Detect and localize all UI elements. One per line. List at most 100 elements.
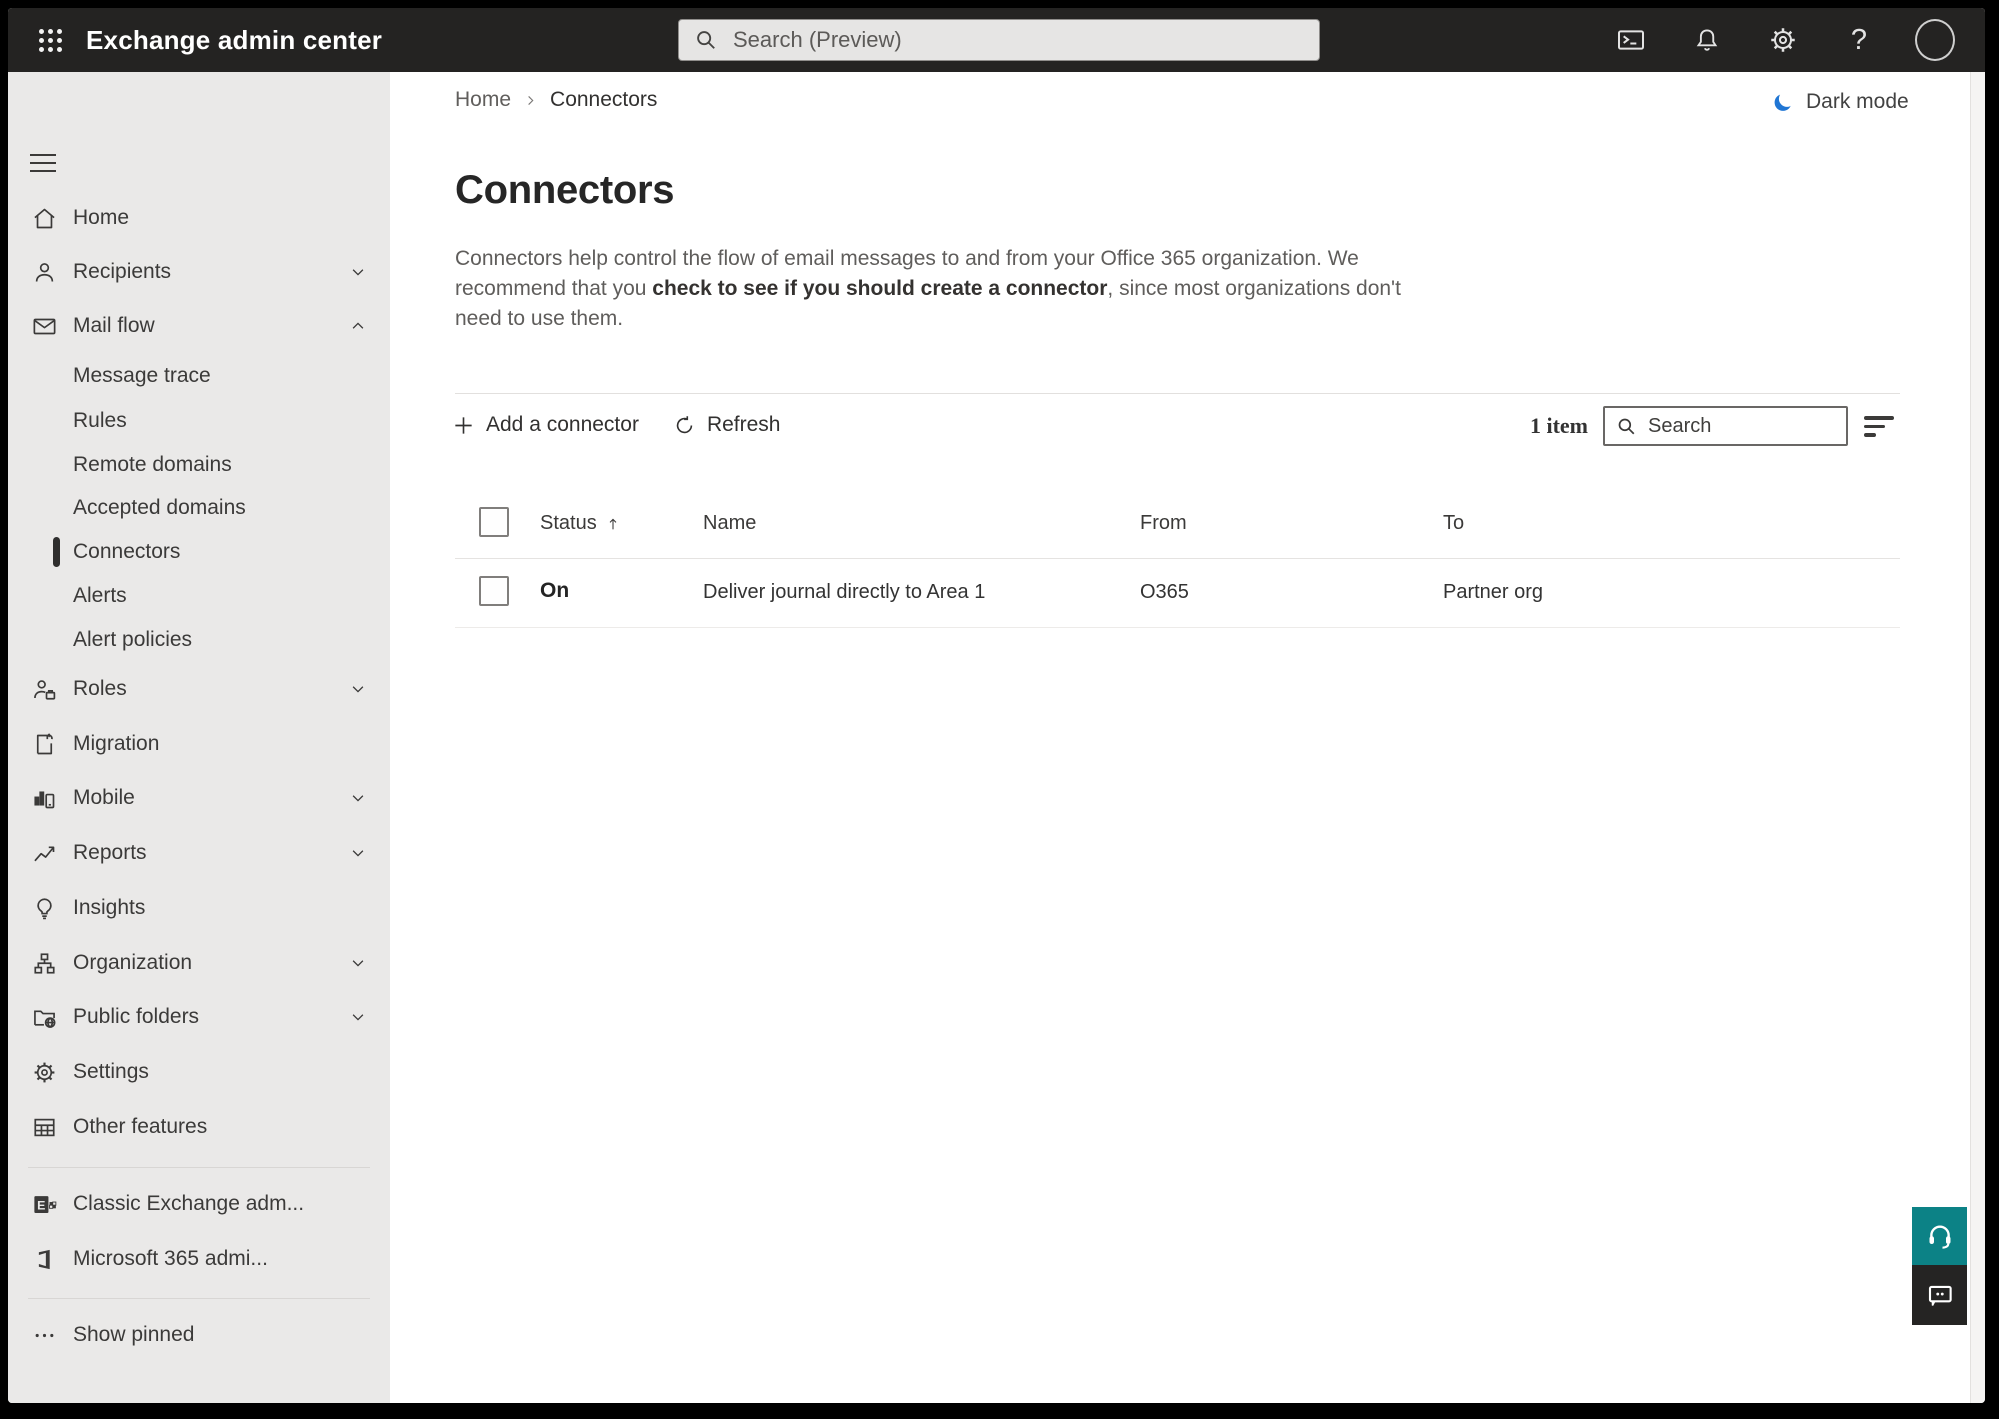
sidebar-item-alert-policies[interactable]: Alert policies	[8, 618, 390, 662]
sidebar-item-rules[interactable]: Rules	[8, 399, 390, 443]
add-connector-button[interactable]: Add a connector	[452, 408, 639, 442]
filter-icon[interactable]	[1864, 416, 1898, 440]
top-bar: Exchange admin center Search (Preview) ?	[8, 8, 1985, 72]
ellipsis-icon	[30, 1321, 58, 1349]
sidebar-item-recipients[interactable]: Recipients	[8, 250, 390, 294]
description-line: Connectors help control the flow of emai…	[455, 247, 1359, 270]
sidebar-item-label: Alert policies	[73, 628, 193, 651]
chevron-down-icon[interactable]	[349, 789, 367, 807]
gear-icon[interactable]	[1763, 20, 1803, 60]
sidebar-item-alerts[interactable]: Alerts	[8, 574, 390, 618]
sidebar-item-show-pinned[interactable]: Show pinned	[8, 1313, 390, 1357]
gear-icon	[30, 1058, 58, 1086]
global-search-input[interactable]	[733, 27, 1305, 53]
app-launcher-icon[interactable]	[26, 16, 74, 64]
dark-mode-toggle[interactable]: Dark mode	[1772, 90, 1909, 114]
sidebar-item-public-folders[interactable]: Public folders	[8, 995, 390, 1039]
sidebar-item-mail-flow[interactable]: Mail flow	[8, 304, 390, 348]
sidebar-item-reports[interactable]: Reports	[8, 831, 390, 875]
sidebar-item-label: Migration	[73, 732, 160, 755]
description-link-text[interactable]: check to see if you should create a conn…	[652, 277, 1107, 300]
sidebar-item-other-features[interactable]: Other features	[8, 1105, 390, 1149]
page-description: Connectors help control the flow of emai…	[455, 244, 1401, 334]
column-header-label: Name	[703, 512, 757, 534]
description-line: need to use them.	[455, 307, 624, 330]
sidebar-item-message-trace[interactable]: Message trace	[8, 354, 390, 398]
column-header-from[interactable]: From	[1140, 512, 1187, 535]
refresh-label: Refresh	[706, 413, 781, 436]
list-toolbar: Add a connector Refresh	[452, 408, 780, 442]
search-icon	[1615, 415, 1638, 438]
sidebar-item-connectors[interactable]: Connectors	[8, 530, 390, 574]
breadcrumb-home-link[interactable]: Home	[455, 88, 511, 112]
sidebar-item-migration[interactable]: Migration	[8, 722, 390, 766]
sidebar-item-label: Recipients	[73, 260, 172, 283]
sidebar-item-label: Accepted domains	[73, 496, 246, 519]
search-icon	[693, 27, 719, 53]
refresh-button[interactable]: Refresh	[673, 408, 781, 442]
cell-status: On	[540, 579, 570, 602]
folder-globe-icon	[30, 1003, 58, 1031]
help-icon[interactable]: ?	[1839, 20, 1879, 60]
sidebar-item-label: Mail flow	[73, 314, 155, 337]
sidebar-item-label: Roles	[73, 677, 127, 700]
column-header-to[interactable]: To	[1443, 512, 1464, 535]
breadcrumb-current: Connectors	[550, 88, 658, 111]
divider	[455, 393, 1900, 394]
sidebar-item-home[interactable]: Home	[8, 196, 390, 240]
sidebar-item-label: Alerts	[73, 584, 127, 607]
vertical-scrollbar[interactable]	[1970, 72, 1985, 1403]
list-search-box[interactable]	[1603, 406, 1848, 446]
chevron-down-icon[interactable]	[349, 954, 367, 972]
sidebar-item-roles[interactable]: Roles	[8, 667, 390, 711]
sidebar-item-m365-admin[interactable]: Microsoft 365 admi...	[8, 1237, 390, 1281]
column-header-status[interactable]: Status	[540, 512, 621, 535]
sidebar-item-label: Microsoft 365 admi...	[73, 1247, 268, 1270]
plus-icon	[452, 414, 475, 437]
cell-to: Partner org	[1443, 581, 1544, 603]
refresh-icon	[673, 414, 696, 437]
cell-from: O365	[1140, 581, 1189, 603]
sidebar-item-label: Other features	[73, 1115, 208, 1138]
sidebar-item-classic-exchange[interactable]: E Classic Exchange adm...	[8, 1182, 390, 1226]
row-checkbox[interactable]	[479, 576, 509, 606]
sidebar-item-mobile[interactable]: Mobile	[8, 776, 390, 820]
chevron-down-icon[interactable]	[349, 1008, 367, 1026]
selected-indicator	[53, 537, 60, 567]
chevron-down-icon[interactable]	[349, 844, 367, 862]
chevron-up-icon[interactable]	[349, 317, 367, 335]
hamburger-menu-icon[interactable]	[28, 150, 58, 176]
chevron-down-icon[interactable]	[349, 680, 367, 698]
exchange-logo-icon: E	[30, 1190, 58, 1218]
sidebar-item-insights[interactable]: Insights	[8, 886, 390, 930]
bell-icon[interactable]	[1687, 20, 1727, 60]
migration-icon	[30, 730, 58, 758]
column-header-name[interactable]: Name	[703, 512, 756, 535]
sidebar-item-label: Rules	[73, 409, 127, 432]
terminal-icon[interactable]	[1611, 20, 1651, 60]
sidebar-item-label: Message trace	[73, 364, 211, 387]
chevron-down-icon[interactable]	[349, 263, 367, 281]
sidebar-divider	[28, 1298, 370, 1299]
global-search-box[interactable]	[678, 19, 1320, 61]
sidebar-item-remote-domains[interactable]: Remote domains	[8, 443, 390, 487]
help-button[interactable]	[1912, 1207, 1967, 1265]
sidebar-item-label: Mobile	[73, 786, 135, 809]
feedback-button[interactable]	[1912, 1265, 1967, 1325]
roles-icon	[30, 675, 58, 703]
sidebar-item-label: Reports	[73, 841, 147, 864]
description-line: recommend that you check to see if you s…	[455, 277, 1401, 300]
sidebar-item-label: Settings	[73, 1060, 149, 1083]
sidebar-item-label: Home	[73, 206, 130, 229]
lightbulb-icon	[30, 894, 58, 922]
avatar[interactable]	[1915, 19, 1955, 61]
cell-name[interactable]: Deliver journal directly to Area 1	[703, 581, 985, 604]
row-divider	[455, 627, 1900, 628]
list-search-input[interactable]	[1648, 414, 1836, 438]
sidebar-item-accepted-domains[interactable]: Accepted domains	[8, 486, 390, 530]
sidebar-item-organization[interactable]: Organization	[8, 941, 390, 985]
sidebar-item-settings[interactable]: Settings	[8, 1050, 390, 1094]
help-widget	[1912, 1207, 1967, 1325]
app-launcher-dots	[38, 28, 62, 52]
select-all-checkbox[interactable]	[479, 507, 509, 537]
